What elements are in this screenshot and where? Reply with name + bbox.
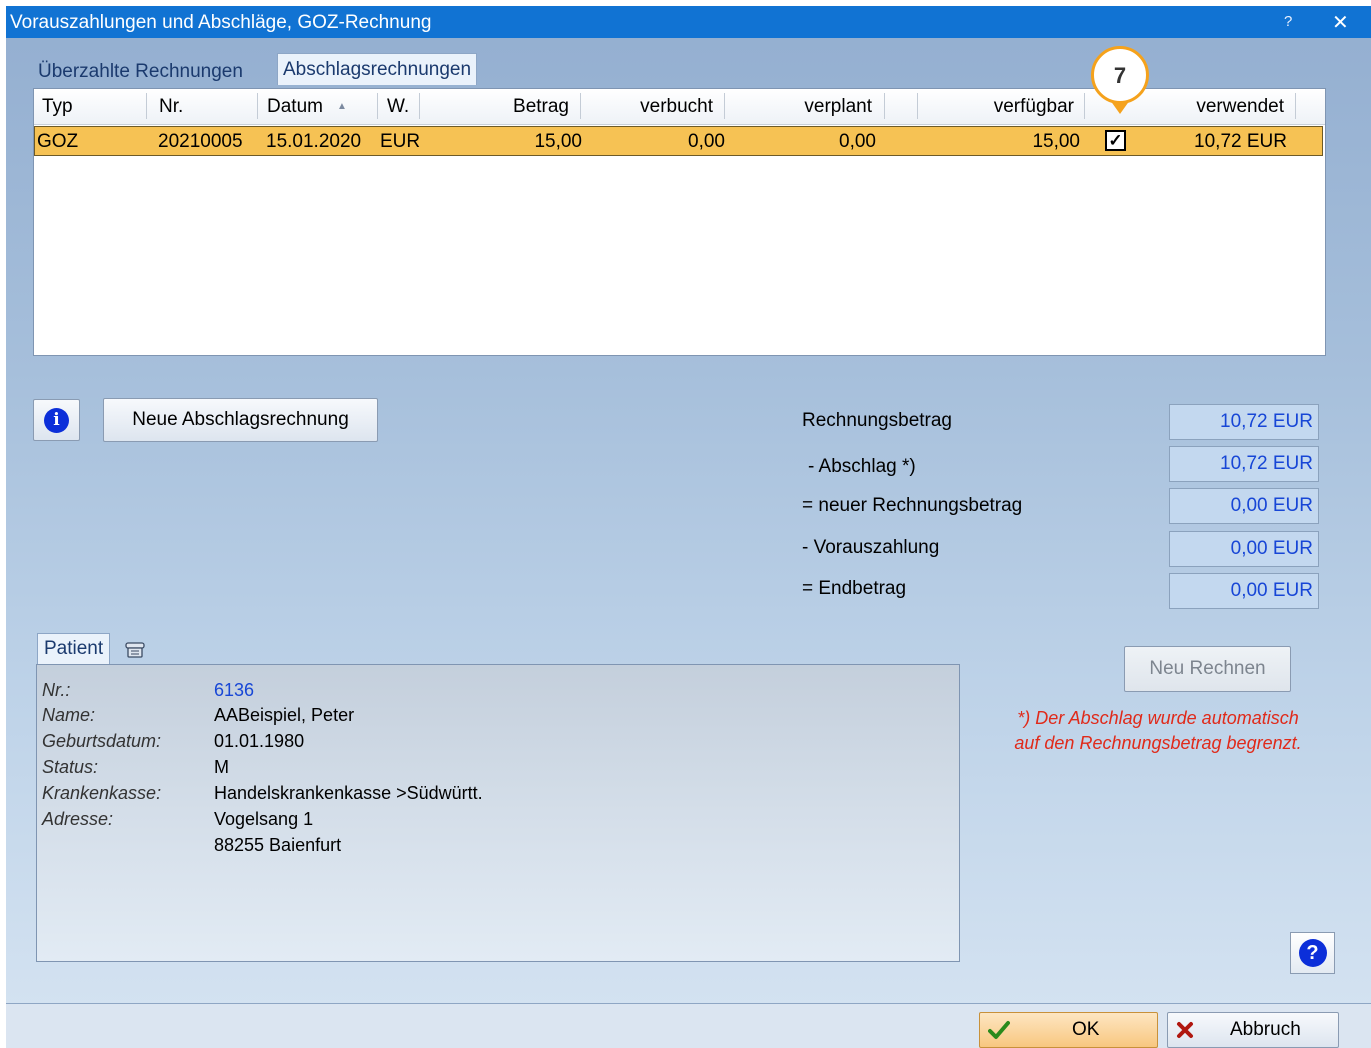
tab-patient[interactable]: Patient bbox=[37, 633, 111, 664]
cell-datum: 15.01.2020 bbox=[266, 131, 362, 152]
help-title-button[interactable]: ? bbox=[1284, 13, 1292, 30]
summary-value-neuer-rechnungsbetrag: 0,00 EUR bbox=[1169, 488, 1319, 524]
cell-verbucht: 0,00 bbox=[688, 131, 725, 152]
patient-value-ort: 88255 Baienfurt bbox=[214, 835, 342, 855]
summary-label-neuer-rechnungsbetrag: = neuer Rechnungsbetrag bbox=[802, 495, 1023, 516]
info-icon: i bbox=[44, 408, 69, 433]
column-header-typ[interactable]: Typ bbox=[42, 89, 73, 124]
cell-verfuegbar: 15,00 bbox=[1032, 131, 1080, 152]
footnote-text: *) Der Abschlag wurde automatisch auf de… bbox=[978, 706, 1338, 756]
patient-info-panel: Nr.: 6136 Name: AABeispiel, Peter Geburt… bbox=[36, 664, 960, 962]
info-button[interactable]: i bbox=[33, 399, 80, 441]
sort-ascending-icon: ▲ bbox=[337, 101, 347, 112]
ok-label: OK bbox=[1072, 1019, 1100, 1040]
column-header-betrag[interactable]: Betrag bbox=[419, 89, 569, 124]
patient-value-adresse: Vogelsang 1 bbox=[214, 809, 314, 829]
patient-value-krankenkasse: Handelskrankenkasse >Südwürtt. bbox=[214, 783, 483, 803]
column-header-datum[interactable]: Datum bbox=[267, 89, 323, 124]
footnote-line-1: *) Der Abschlag wurde automatisch bbox=[1017, 708, 1299, 728]
ok-button[interactable]: OK bbox=[979, 1012, 1158, 1048]
callout-badge: 7 bbox=[1091, 46, 1149, 104]
patient-value-status: M bbox=[214, 757, 229, 777]
patient-label-name: Name: bbox=[42, 705, 96, 725]
help-icon: ? bbox=[1298, 939, 1327, 967]
recalculate-button[interactable]: Neu Rechnen bbox=[1124, 646, 1291, 692]
summary-label-abschlag: - Abschlag *) bbox=[808, 456, 916, 477]
summary-label-endbetrag: = Endbetrag bbox=[802, 578, 907, 599]
cell-betrag: 15,00 bbox=[534, 131, 582, 152]
cell-typ: GOZ bbox=[37, 131, 79, 152]
tab-ueberzahlte-rechnungen[interactable]: Überzahlte Rechnungen bbox=[33, 58, 248, 85]
column-header-nr[interactable]: Nr. bbox=[159, 89, 183, 124]
patient-label-geburtsdatum: Geburtsdatum: bbox=[42, 731, 162, 751]
summary-value-vorauszahlung: 0,00 EUR bbox=[1169, 531, 1319, 567]
patient-value-name: AABeispiel, Peter bbox=[214, 705, 355, 725]
help-button[interactable]: ? bbox=[1290, 932, 1335, 974]
patient-label-status: Status: bbox=[42, 757, 99, 777]
patient-value-geburtsdatum: 01.01.1980 bbox=[214, 731, 305, 751]
summary-label-rechnungsbetrag: Rechnungsbetrag bbox=[802, 410, 952, 431]
tab-abschlagsrechnungen[interactable]: Abschlagsrechnungen bbox=[277, 53, 478, 85]
dialog-window: Vorauszahlungen und Abschläge, GOZ-Rechn… bbox=[6, 6, 1371, 1048]
column-header-waehrung[interactable]: W. bbox=[387, 89, 409, 124]
column-header-verfuegbar[interactable]: verfügbar bbox=[917, 89, 1074, 124]
checkmark-icon bbox=[988, 1021, 1010, 1039]
invoice-table: Typ Nr. Datum ▲ W. Betrag verbucht verpl… bbox=[33, 88, 1326, 356]
patient-label-krankenkasse: Krankenkasse: bbox=[42, 783, 162, 803]
cell-waehrung: EUR bbox=[380, 131, 421, 152]
cell-nr: 20210005 bbox=[158, 131, 243, 152]
patient-label-nr: Nr.: bbox=[42, 680, 71, 700]
cell-verplant: 0,00 bbox=[839, 131, 876, 152]
phone-icon[interactable] bbox=[125, 642, 145, 658]
summary-value-endbetrag: 0,00 EUR bbox=[1169, 573, 1319, 609]
cross-icon bbox=[1177, 1022, 1193, 1038]
window-title: Vorauszahlungen und Abschläge, GOZ-Rechn… bbox=[10, 12, 432, 33]
title-bar: Vorauszahlungen und Abschläge, GOZ-Rechn… bbox=[6, 6, 1371, 38]
footnote-line-2: auf den Rechnungsbetrag begrenzt. bbox=[1014, 733, 1302, 753]
cancel-button[interactable]: Abbruch bbox=[1167, 1012, 1339, 1048]
table-row[interactable]: GOZ 20210005 15.01.2020 EUR 15,00 0,00 0… bbox=[34, 126, 1323, 156]
summary-value-rechnungsbetrag: 10,72 EUR bbox=[1169, 404, 1319, 440]
column-header-verplant[interactable]: verplant bbox=[724, 89, 872, 124]
column-header-verwendet[interactable]: verwendet bbox=[1144, 89, 1284, 124]
summary-value-abschlag: 10,72 EUR bbox=[1169, 446, 1319, 482]
close-button[interactable]: ✕ bbox=[1332, 10, 1349, 35]
patient-value-nr: 6136 bbox=[214, 680, 255, 700]
cell-verwendet: 10,72 EUR bbox=[1194, 131, 1287, 152]
new-invoice-button[interactable]: Neue Abschlagsrechnung bbox=[103, 398, 378, 442]
column-header-verbucht[interactable]: verbucht bbox=[580, 89, 713, 124]
summary-label-vorauszahlung: - Vorauszahlung bbox=[802, 537, 940, 558]
cancel-label: Abbruch bbox=[1230, 1019, 1301, 1040]
patient-label-adresse: Adresse: bbox=[42, 809, 114, 829]
use-checkbox[interactable]: ✓ bbox=[1105, 130, 1126, 151]
